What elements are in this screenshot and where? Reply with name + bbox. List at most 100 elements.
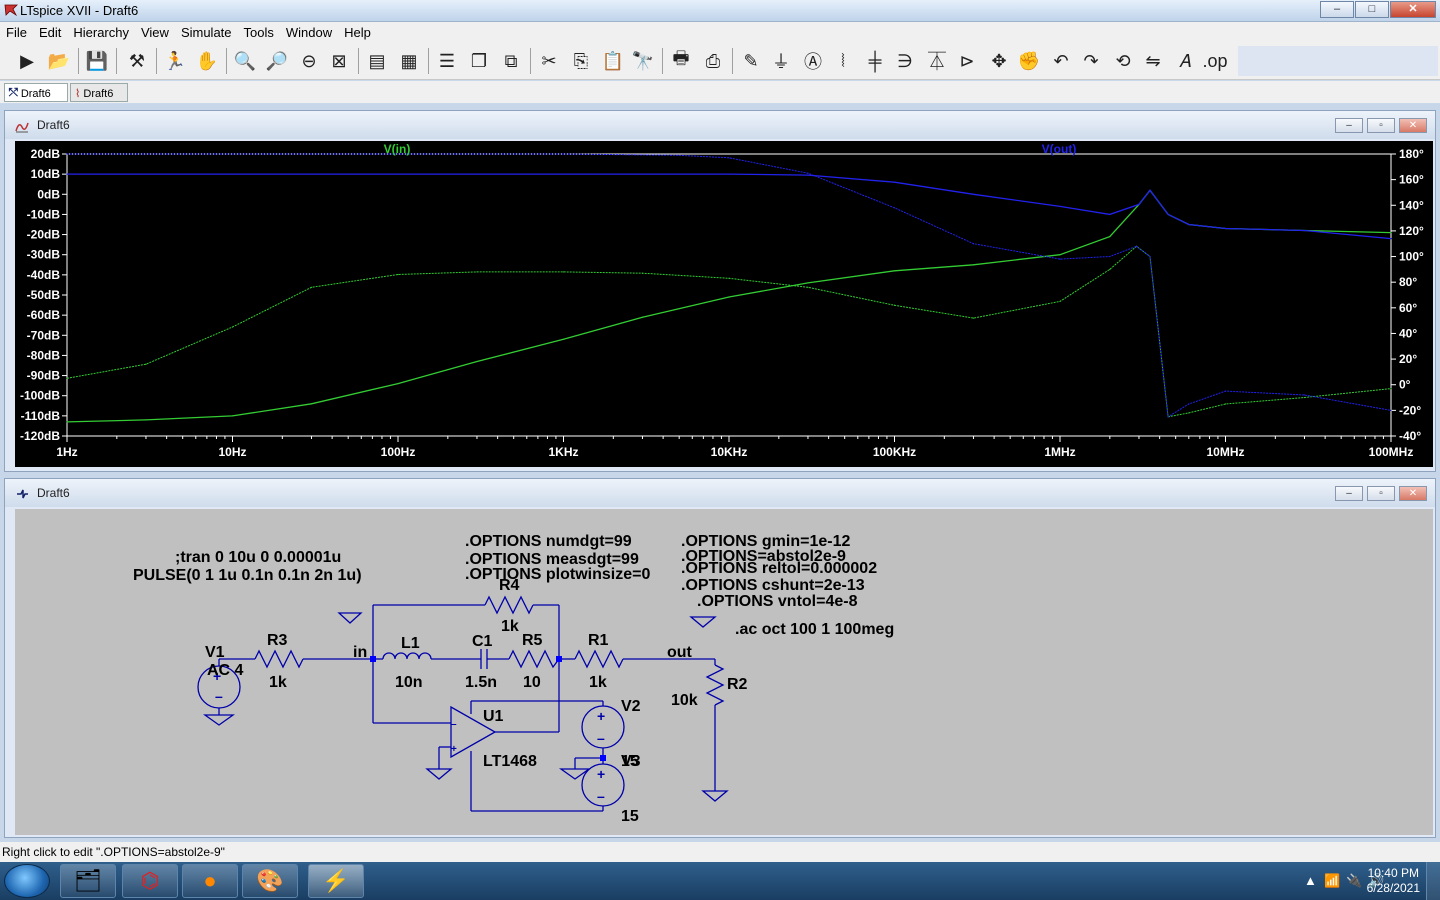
text-icon[interactable]: 𝐴	[1172, 48, 1198, 74]
options-cshunt[interactable]: .OPTIONS cshunt=2e-13	[681, 577, 865, 594]
r5-label[interactable]: R5	[522, 632, 543, 649]
r5-value[interactable]: 10	[523, 674, 541, 691]
c1-value[interactable]: 1.5n	[465, 674, 497, 691]
r1-value[interactable]: 1k	[589, 674, 607, 691]
copy-icon[interactable]: ⎘	[568, 48, 594, 74]
waveform-restore-button[interactable]: ▫	[1367, 118, 1395, 133]
zoom-pan-icon[interactable]: 🔎	[264, 48, 290, 74]
zoom-fit-icon[interactable]: ⊠	[326, 48, 352, 74]
mirror-icon[interactable]: ⇋	[1140, 48, 1166, 74]
legend-vin[interactable]: V(in)	[384, 142, 411, 156]
series-vout-magnitude[interactable]	[67, 173, 1392, 240]
waveform-close-button[interactable]: ✕	[1399, 118, 1427, 133]
halt-icon[interactable]: ✋	[194, 48, 220, 74]
schematic-minimize-button[interactable]: –	[1335, 486, 1363, 501]
options-plotwinsize[interactable]: .OPTIONS plotwinsize=0	[465, 566, 650, 583]
menu-window[interactable]: Window	[280, 25, 338, 40]
clock[interactable]: 10:40 PM 6/28/2021	[1367, 866, 1420, 896]
u1-value[interactable]: LT1468	[483, 753, 537, 770]
paste-icon[interactable]: 📋	[600, 48, 626, 74]
grid-icon[interactable]: ▦	[396, 48, 422, 74]
inductor-icon[interactable]: ∋	[892, 48, 918, 74]
ground-icon[interactable]: ⏚	[768, 48, 794, 74]
l1-label[interactable]: L1	[401, 635, 420, 652]
spice-directive-icon[interactable]: .op	[1202, 48, 1228, 74]
net-in-label[interactable]: in	[353, 644, 367, 661]
control-panel-icon[interactable]: ⚒	[124, 48, 150, 74]
component-icon[interactable]: ⊳	[954, 48, 980, 74]
legend-vout[interactable]: V(out)	[1042, 142, 1077, 156]
schematic-drawing[interactable]: + – + – + – – + ;tran 0 10u 0 0.00001u P…	[15, 509, 1433, 835]
r4-label[interactable]: R4	[499, 577, 520, 594]
tile-vertical-icon[interactable]: ⧉	[498, 48, 524, 74]
label-net-icon[interactable]: Ⓐ	[800, 48, 826, 74]
diode-icon[interactable]: ⏄	[924, 48, 950, 74]
power-icon[interactable]: 🔌	[1346, 873, 1362, 889]
cut-icon[interactable]: ✂	[536, 48, 562, 74]
draw-wire-icon[interactable]: ✎	[738, 48, 764, 74]
schematic-restore-button[interactable]: ▫	[1367, 486, 1395, 501]
series-vout-phase[interactable]	[67, 153, 1392, 418]
tran-directive[interactable]: ;tran 0 10u 0 0.00001u	[175, 549, 341, 566]
options-reltol[interactable]: .OPTIONS reltol=0.000002	[681, 560, 877, 577]
resistor-icon[interactable]: ⦚	[830, 48, 856, 74]
r2-label[interactable]: R2	[727, 676, 748, 693]
explorer-taskbar-icon[interactable]: 🗂	[60, 864, 116, 898]
schematic-close-button[interactable]: ✕	[1399, 486, 1427, 501]
net-out-label[interactable]: out	[667, 644, 693, 661]
menu-hierarchy[interactable]: Hierarchy	[67, 25, 135, 40]
menu-view[interactable]: View	[135, 25, 175, 40]
show-desktop-button[interactable]	[1426, 862, 1440, 900]
v2-label[interactable]: V2	[621, 698, 641, 715]
capacitor-icon[interactable]: ╪	[862, 48, 888, 74]
ltspice-taskbar-icon[interactable]: ⚡	[308, 864, 364, 898]
start-button[interactable]	[4, 864, 50, 898]
r1-label[interactable]: R1	[588, 632, 609, 649]
r3-value[interactable]: 1k	[269, 674, 287, 691]
options-vntol[interactable]: .OPTIONS vntol=4e-8	[697, 593, 858, 610]
tab-schematic[interactable]: ⤲ Draft6	[4, 83, 68, 102]
tile-horizontal-icon[interactable]: ☰	[434, 48, 460, 74]
run-icon[interactable]: ▶	[14, 48, 40, 74]
run-sim-icon[interactable]: 🏃	[162, 48, 188, 74]
move-icon[interactable]: ✥	[986, 48, 1012, 74]
maximize-button[interactable]: □	[1355, 1, 1389, 18]
v1-value[interactable]: AC 4	[207, 662, 244, 679]
c1-label[interactable]: C1	[472, 633, 493, 650]
network-icon[interactable]: 📶	[1324, 873, 1340, 889]
l1-value[interactable]: 10n	[395, 674, 423, 691]
find-icon[interactable]: 🔭	[630, 48, 656, 74]
bode-plot[interactable]: 20dB 10dB 0dB -10dB -20dB -30dB -40dB -50dB -60d…	[15, 141, 1433, 467]
close-button[interactable]: ✕	[1390, 1, 1436, 18]
firefox-taskbar-icon[interactable]: ●	[182, 864, 238, 898]
menu-edit[interactable]: Edit	[33, 25, 67, 40]
open-icon[interactable]: 📂	[46, 48, 72, 74]
ac-directive[interactable]: .ac oct 100 1 100meg	[735, 621, 894, 638]
acrobat-taskbar-icon[interactable]: ⌬	[122, 864, 178, 898]
u1-label[interactable]: U1	[483, 708, 504, 725]
menu-simulate[interactable]: Simulate	[175, 25, 238, 40]
rotate-icon[interactable]: ⟲	[1110, 48, 1136, 74]
print-setup-icon[interactable]: ⎙	[700, 48, 726, 74]
print-icon[interactable]: 🖶	[668, 48, 694, 74]
cascade-icon[interactable]: ❐	[466, 48, 492, 74]
v3-label[interactable]: V3	[621, 753, 641, 770]
schematic-canvas[interactable]: + – + – + – – + ;tran 0 10u 0 0.00001u P…	[15, 509, 1433, 835]
zoom-out-icon[interactable]: ⊖	[296, 48, 322, 74]
save-icon[interactable]: 💾	[84, 48, 110, 74]
zoom-in-icon[interactable]: 🔍	[232, 48, 258, 74]
options-numdgt[interactable]: .OPTIONS numdgt=99	[465, 533, 632, 550]
undo-icon[interactable]: ↶	[1048, 48, 1074, 74]
menu-tools[interactable]: Tools	[238, 25, 280, 40]
r2-value[interactable]: 10k	[671, 692, 698, 709]
tab-waveform[interactable]: ⌇ Draft6	[70, 83, 128, 102]
v1-label[interactable]: V1	[205, 644, 225, 661]
drag-icon[interactable]: ✊	[1016, 48, 1042, 74]
menu-file[interactable]: File	[0, 25, 33, 40]
redo-icon[interactable]: ↷	[1078, 48, 1104, 74]
waveform-plot[interactable]: 20dB 10dB 0dB -10dB -20dB -30dB -40dB -50dB -60d…	[15, 141, 1433, 467]
menu-help[interactable]: Help	[338, 25, 377, 40]
show-hidden-icons-icon[interactable]: ▲	[1304, 873, 1317, 888]
paint-taskbar-icon[interactable]: 🎨	[242, 864, 298, 898]
series-vin-phase[interactable]	[66, 245, 1392, 418]
